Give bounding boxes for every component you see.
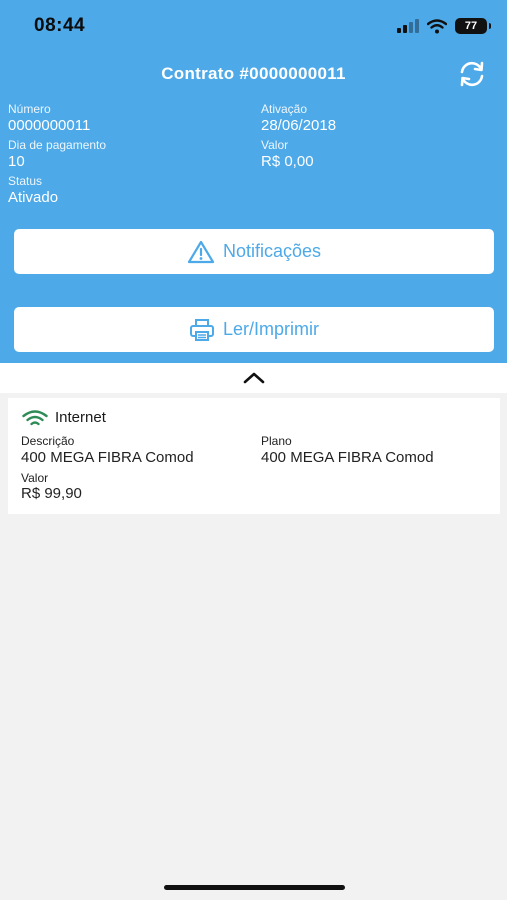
descricao-value: 400 MEGA FIBRA Comod: [21, 449, 194, 466]
contract-header: 08:44 77 Contrato #0000000011 Número 000…: [0, 0, 507, 363]
status-label: Status: [8, 174, 43, 188]
collapse-toggle[interactable]: [0, 363, 507, 393]
descricao-label: Descrição: [21, 434, 75, 448]
numero-label: Número: [8, 102, 51, 116]
plano-value: 400 MEGA FIBRA Comod: [261, 449, 434, 466]
cellular-signal-icon: [397, 19, 419, 33]
ativacao-value: 28/06/2018: [261, 117, 337, 134]
ler-imprimir-label: Ler/Imprimir: [222, 319, 319, 339]
notificacoes-button[interactable]: Notificações: [14, 229, 494, 274]
valor-value: R$ 0,00: [261, 153, 314, 170]
status-time: 08:44: [34, 15, 86, 36]
card-valor-label: Valor: [21, 471, 49, 485]
card-valor-value: R$ 99,90: [21, 485, 82, 502]
dia-pagamento-label: Dia de pagamento: [8, 138, 107, 152]
battery-level: 77: [464, 20, 478, 32]
numero-value: 0000000011: [8, 117, 91, 134]
chevron-up-icon: [243, 372, 264, 384]
ler-imprimir-button[interactable]: Ler/Imprimir: [14, 307, 494, 352]
status-value: Ativado: [8, 189, 59, 206]
wifi-status-icon: [427, 18, 447, 33]
ativacao-label: Ativação: [261, 102, 308, 116]
printer-icon: [189, 318, 214, 341]
page-title: Contrato #0000000011: [161, 64, 346, 83]
wifi-icon: [22, 410, 48, 426]
notificacoes-label: Notificações: [222, 241, 322, 261]
status-icons: 77: [397, 17, 491, 35]
dia-pagamento-value: 10: [8, 153, 25, 170]
service-card[interactable]: Internet Descrição 400 MEGA FIBRA Comod …: [8, 398, 500, 514]
battery-icon: 77: [455, 18, 491, 34]
refresh-icon[interactable]: [457, 60, 487, 88]
plano-label: Plano: [261, 434, 292, 448]
status-bar: 08:44 77: [0, 0, 507, 50]
valor-label: Valor: [261, 138, 289, 152]
home-indicator: [164, 885, 345, 890]
warning-icon: [187, 240, 215, 263]
service-title: Internet: [55, 409, 106, 426]
